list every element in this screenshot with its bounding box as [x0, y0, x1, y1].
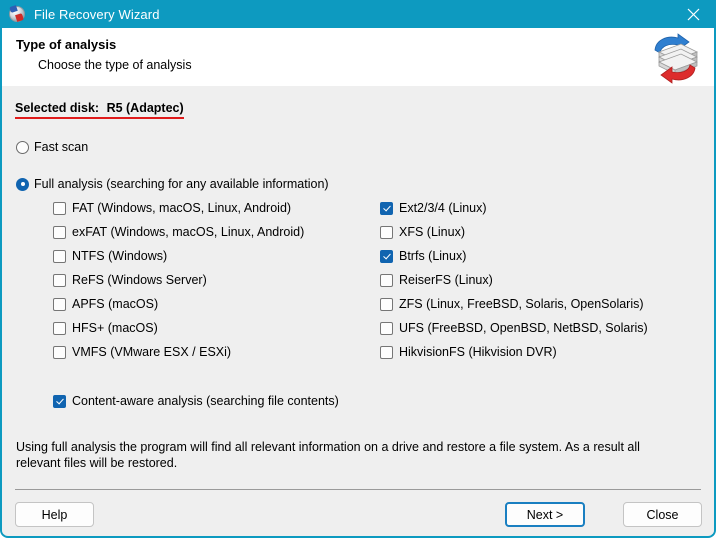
checkbox-exfat[interactable]: exFAT (Windows, macOS, Linux, Android) — [53, 225, 304, 239]
disk-stack-recovery-logo — [647, 32, 703, 84]
checkbox-indicator — [53, 321, 66, 335]
checkbox-xfs-label: XFS (Linux) — [399, 225, 465, 239]
checkbox-indicator — [380, 249, 393, 263]
radio-indicator — [16, 140, 29, 154]
checkbox-fat[interactable]: FAT (Windows, macOS, Linux, Android) — [53, 201, 291, 215]
help-button[interactable]: Help — [15, 502, 94, 527]
checkbox-xfs[interactable]: XFS (Linux) — [380, 225, 465, 239]
radio-indicator — [16, 177, 29, 191]
close-dialog-button[interactable]: Close — [623, 502, 702, 527]
checkbox-indicator — [53, 249, 66, 263]
checkbox-indicator — [380, 321, 393, 335]
checkbox-ext234-label: Ext2/3/4 (Linux) — [399, 201, 487, 215]
checkbox-apfs[interactable]: APFS (macOS) — [53, 297, 158, 311]
checkbox-zfs[interactable]: ZFS (Linux, FreeBSD, Solaris, OpenSolari… — [380, 297, 644, 311]
checkbox-indicator — [380, 273, 393, 287]
checkbox-content-aware-label: Content-aware analysis (searching file c… — [72, 394, 339, 408]
file-recovery-wizard-window: File Recovery Wizard Type of analysis Ch… — [0, 0, 716, 538]
checkbox-indicator — [380, 201, 393, 215]
checkbox-indicator — [53, 297, 66, 311]
checkbox-hikvisionfs-label: HikvisionFS (Hikvision DVR) — [399, 345, 557, 359]
next-button[interactable]: Next > — [505, 502, 585, 527]
analysis-description: Using full analysis the program will fin… — [16, 440, 640, 470]
disk-recovery-icon — [8, 5, 26, 23]
footer-divider — [15, 489, 701, 490]
close-button[interactable] — [670, 0, 714, 28]
selected-disk-value: R5 (Adaptec) — [106, 101, 184, 115]
checkbox-apfs-label: APFS (macOS) — [72, 297, 159, 311]
title-bar: File Recovery Wizard — [2, 0, 714, 28]
checkbox-hfsplus-label: HFS+ (macOS) — [72, 321, 158, 335]
checkbox-exfat-label: exFAT (Windows, macOS, Linux, Android) — [72, 225, 305, 239]
checkbox-fat-label: FAT (Windows, macOS, Linux, Android) — [72, 201, 292, 215]
checkbox-content-aware-analysis[interactable]: Content-aware analysis (searching file c… — [53, 394, 339, 408]
checkbox-vmfs[interactable]: VMFS (VMware ESX / ESXi) — [53, 345, 231, 359]
checkbox-hikvisionfs[interactable]: HikvisionFS (Hikvision DVR) — [380, 345, 557, 359]
checkbox-ntfs-label: NTFS (Windows) — [72, 249, 168, 263]
checkbox-btrfs-label: Btrfs (Linux) — [399, 249, 467, 263]
checkbox-reiserfs[interactable]: ReiserFS (Linux) — [380, 273, 493, 287]
checkbox-refs-label: ReFS (Windows Server) — [72, 273, 207, 287]
checkbox-refs[interactable]: ReFS (Windows Server) — [53, 273, 207, 287]
selected-disk: Selected disk: R5 (Adaptec) — [15, 101, 184, 119]
checkbox-indicator — [380, 225, 393, 239]
checkbox-vmfs-label: VMFS (VMware ESX / ESXi) — [72, 345, 232, 359]
page-subtitle: Choose the type of analysis — [38, 58, 192, 72]
radio-full-analysis[interactable]: Full analysis (searching for any availab… — [16, 177, 329, 191]
checkbox-ntfs[interactable]: NTFS (Windows) — [53, 249, 167, 263]
close-icon — [687, 8, 699, 20]
radio-full-analysis-label: Full analysis (searching for any availab… — [34, 177, 329, 191]
page-title: Type of analysis — [16, 37, 117, 52]
selected-disk-label: Selected disk: — [15, 101, 100, 115]
checkbox-reiserfs-label: ReiserFS (Linux) — [399, 273, 493, 287]
checkbox-indicator — [53, 225, 66, 239]
checkbox-indicator — [53, 345, 66, 359]
wizard-header: Type of analysis Choose the type of anal… — [2, 28, 714, 115]
checkbox-zfs-label: ZFS (Linux, FreeBSD, Solaris, OpenSolari… — [399, 297, 644, 311]
checkbox-hfsplus[interactable]: HFS+ (macOS) — [53, 321, 158, 335]
checkbox-ufs[interactable]: UFS (FreeBSD, OpenBSD, NetBSD, Solaris) — [380, 321, 648, 335]
window-title: File Recovery Wizard — [34, 6, 160, 22]
radio-fast-scan[interactable]: Fast scan — [16, 140, 88, 154]
checkbox-ufs-label: UFS (FreeBSD, OpenBSD, NetBSD, Solaris) — [399, 321, 648, 335]
checkbox-btrfs[interactable]: Btrfs (Linux) — [380, 249, 466, 263]
checkbox-indicator — [380, 345, 393, 359]
checkbox-ext234[interactable]: Ext2/3/4 (Linux) — [380, 201, 487, 215]
checkbox-indicator — [53, 201, 66, 215]
radio-fast-scan-label: Fast scan — [34, 140, 89, 154]
checkbox-indicator — [380, 297, 393, 311]
checkbox-indicator — [53, 394, 66, 408]
checkbox-indicator — [53, 273, 66, 287]
wizard-body: Selected disk: R5 (Adaptec) Fast scan Fu… — [2, 87, 714, 534]
